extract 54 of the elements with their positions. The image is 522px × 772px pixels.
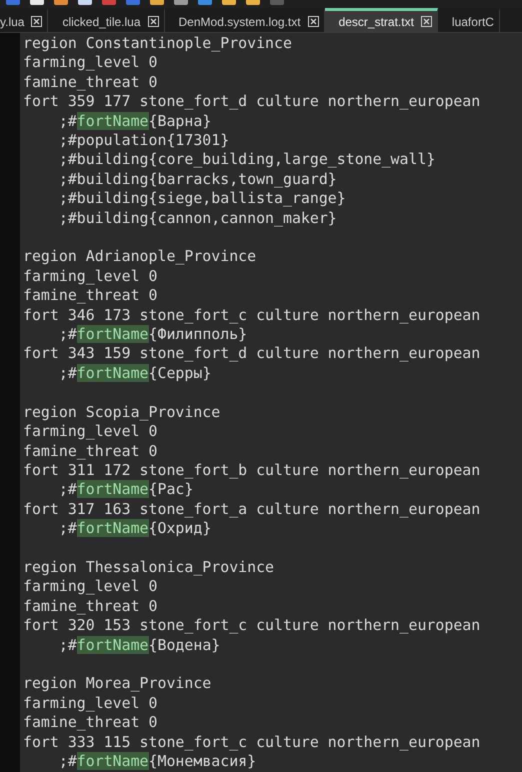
toolbar-icon[interactable]	[198, 0, 212, 5]
toolbar-icon[interactable]	[6, 0, 20, 5]
code-line: fort 359 177 stone_fort_d culture northern_european	[23, 92, 482, 112]
toolbar-icon[interactable]	[102, 0, 116, 5]
code-line: ;#fortName{Охрид}	[58, 519, 212, 539]
code-line: ;#building{core_building,large_stone_wall}	[58, 150, 436, 170]
code-line: ;#fortName{Серры}	[58, 364, 212, 384]
code-line: famine_threat 0	[23, 596, 158, 616]
file-tab[interactable]: y.lua	[0, 8, 48, 32]
code-line: farming_level 0	[23, 53, 158, 73]
code-line: fort 343 159 stone_fort_d culture northern_european	[23, 344, 482, 364]
code-line: region Adrianople_Province	[23, 247, 258, 267]
code-line: ;#fortName{Варна}	[58, 112, 212, 132]
toolbar-icon[interactable]	[126, 0, 140, 5]
code-line: ;#fortName{Водена}	[58, 636, 222, 655]
code-line: ;#fortName{Монемвасия}	[58, 752, 258, 772]
code-line: ;#fortName{Филипполь}	[58, 325, 248, 344]
toolbar-icon[interactable]	[174, 0, 188, 5]
file-tab[interactable]: clicked_tile.lua	[48, 8, 165, 32]
code-line: region Scopia_Province	[23, 402, 222, 422]
code-line: fort 317 163 stone_fort_a culture northern_european	[23, 500, 482, 520]
code-line: famine_threat 0	[23, 286, 158, 306]
code-line: farming_level 0	[23, 266, 158, 286]
toolbar-icon[interactable]	[78, 0, 92, 5]
code-line: fort 346 173 stone_fort_c culture northern_european	[23, 306, 482, 326]
toolbar-icon[interactable]	[222, 0, 236, 5]
close-icon[interactable]	[31, 16, 42, 27]
code-line: ;#building{siege,ballista_range}	[58, 189, 347, 209]
toolbar-icon[interactable]	[150, 0, 164, 5]
code-line: fort 333 115 stone_fort_c culture northern_european	[23, 732, 482, 752]
toolbar-icon[interactable]	[30, 0, 44, 5]
code-line: fort 311 172 stone_fort_b culture northern_european	[23, 460, 482, 480]
code-line: region Thessalonica_Province	[23, 558, 276, 578]
code-line: farming_level 0	[23, 694, 158, 714]
code-line: famine_threat 0	[23, 442, 158, 461]
toolbar-icon[interactable]	[54, 0, 68, 5]
file-tab[interactable]: descr_strat.txt	[324, 8, 438, 32]
close-icon[interactable]	[148, 16, 159, 27]
code-line: fort 320 153 stone_fort_c culture northern_european	[23, 616, 482, 636]
code-line: ;#population{17301}	[58, 131, 230, 150]
file-tab[interactable]: luafortC	[438, 8, 500, 32]
code-line: region Morea_Province	[23, 674, 212, 694]
toolbar-icon[interactable]	[246, 0, 260, 5]
close-icon[interactable]	[420, 16, 432, 27]
code-line: region Constantinople_Province	[23, 34, 293, 54]
code-line: famine_threat 0	[23, 713, 158, 733]
code-line: farming_level 0	[23, 422, 158, 442]
code-line: ;#fortName{Рас}	[58, 480, 194, 500]
code-line: famine_threat 0	[23, 72, 158, 92]
code-line: ;#building{barracks,town_guard}	[58, 170, 338, 190]
code-line: ;#building{cannon,cannon_maker}	[58, 208, 338, 228]
toolbar-icon[interactable]	[270, 0, 284, 5]
close-icon[interactable]	[308, 16, 319, 27]
code-line: farming_level 0	[23, 577, 158, 597]
